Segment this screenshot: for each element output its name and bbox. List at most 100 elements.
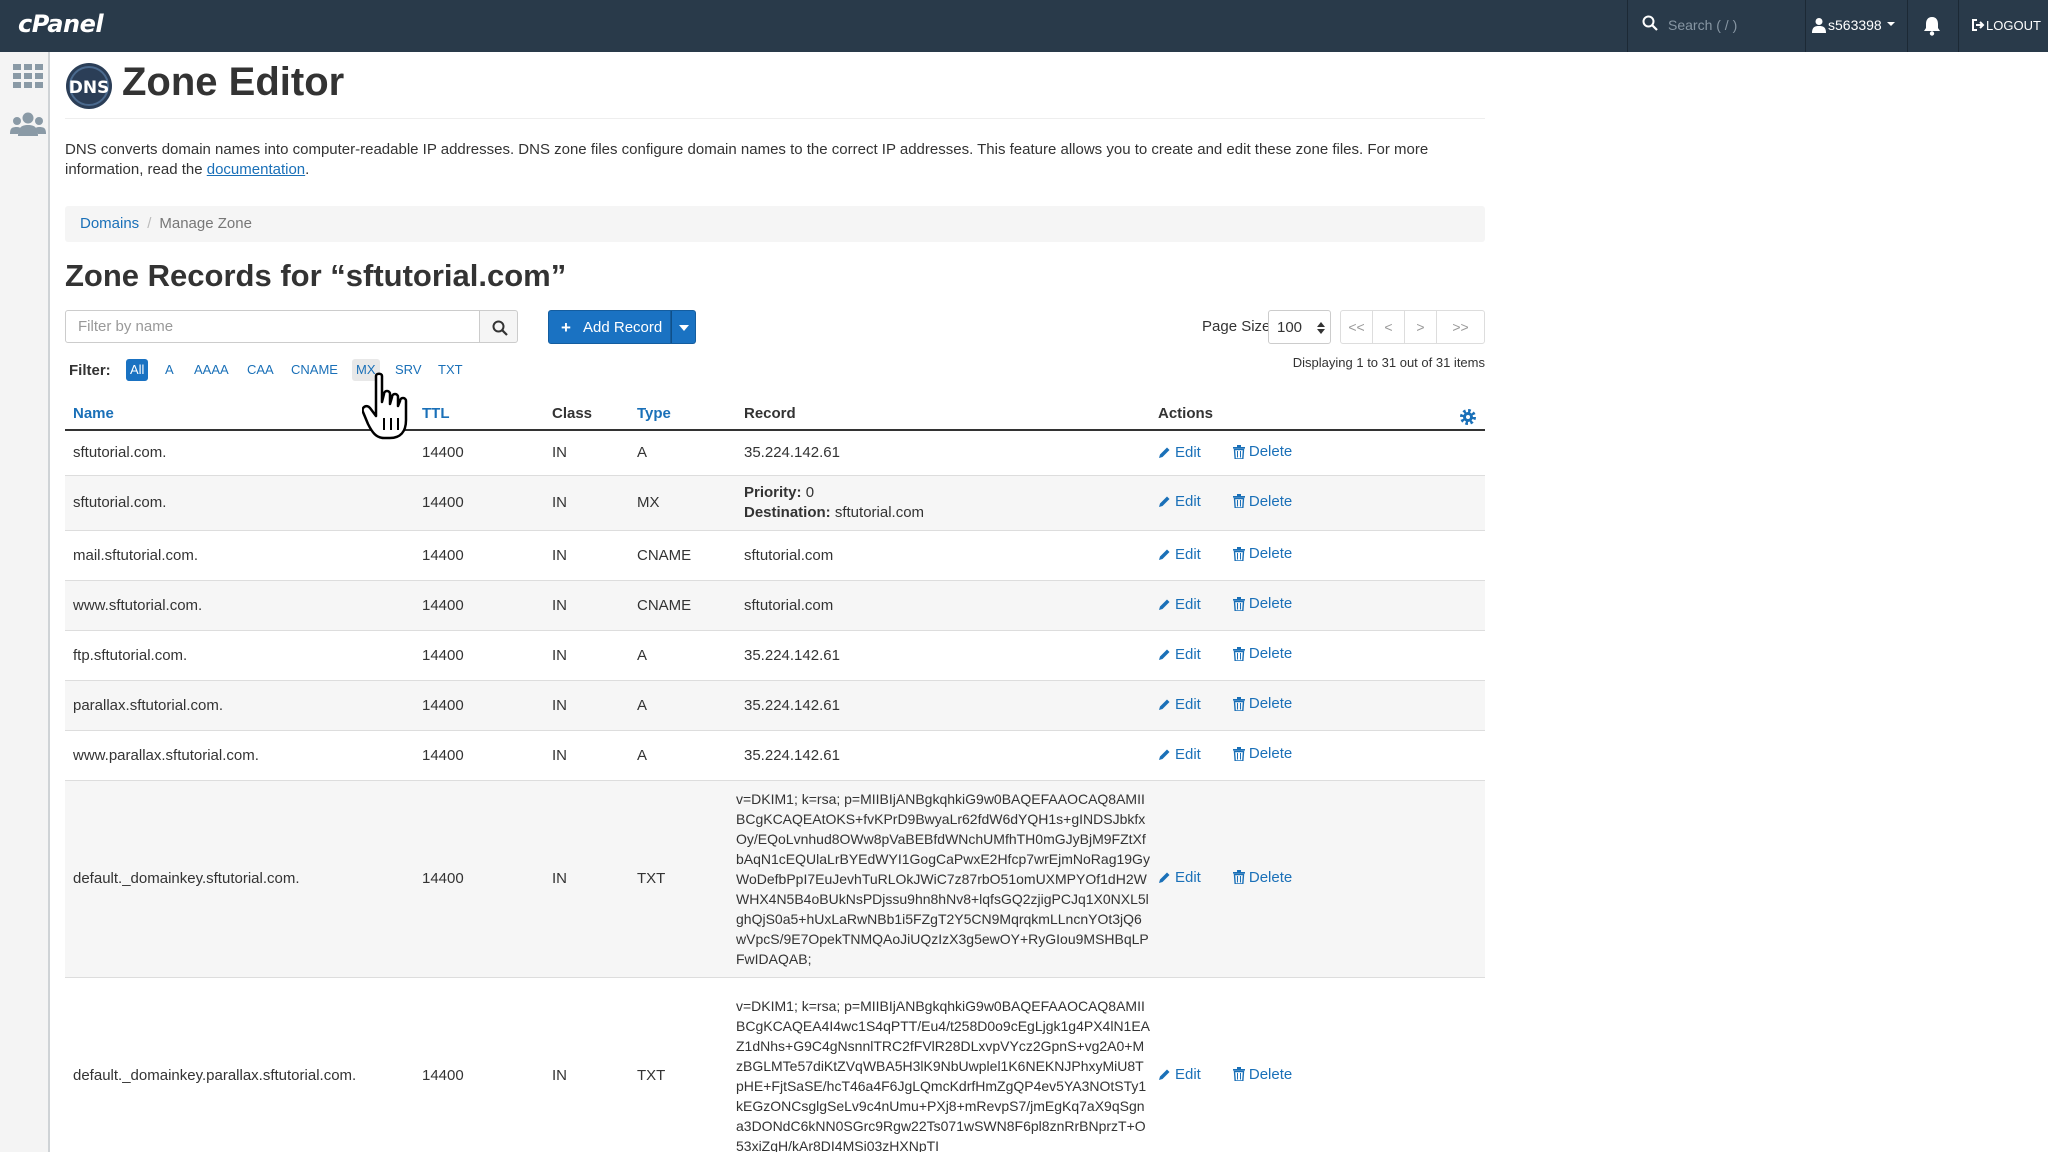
documentation-link[interactable]: documentation <box>207 161 305 178</box>
edit-button[interactable]: Edit <box>1158 646 1201 663</box>
search-icon <box>1642 15 1658 31</box>
delete-label: Delete <box>1248 443 1293 460</box>
delete-button[interactable]: Delete <box>1232 545 1292 562</box>
left-sidebar <box>0 52 50 1152</box>
edit-button[interactable]: Edit <box>1158 493 1201 510</box>
pagination-last[interactable]: >> <box>1436 310 1485 344</box>
pagination-next[interactable]: > <box>1404 310 1437 344</box>
column-type[interactable]: Type <box>629 398 736 431</box>
delete-button[interactable]: Delete <box>1232 645 1293 663</box>
filter-txt[interactable]: TXT <box>434 359 467 381</box>
record-type: CNAME <box>629 530 736 581</box>
delete-button[interactable]: Delete <box>1232 443 1293 460</box>
record-value: v=DKIM1; k=rsa; p=MIIBIjANBgkqhkiG9w0BAQ… <box>736 977 1150 1152</box>
record-value: v=DKIM1; k=rsa; p=MIIBIjANBgkqhkiG9w0BAQ… <box>736 780 1150 978</box>
edit-button[interactable]: Edit <box>1158 1066 1201 1083</box>
gear-icon[interactable] <box>1459 408 1477 426</box>
pagination-prev[interactable]: < <box>1372 310 1405 344</box>
column-actions-label: Actions <box>1158 405 1214 422</box>
breadcrumb-domains-link[interactable]: Domains <box>80 215 139 232</box>
bell-icon[interactable] <box>1919 14 1945 38</box>
record-name: sftutorial.com. <box>65 475 414 531</box>
table-row: default._domainkey.parallax.sftutorial.c… <box>65 977 1485 1152</box>
record-ttl: 14400 <box>414 475 544 531</box>
delete-button[interactable]: Delete <box>1232 695 1292 712</box>
column-actions: Actions <box>1150 398 1485 431</box>
record-name: default._domainkey.sftutorial.com. <box>65 780 414 978</box>
table-row: ftp.sftutorial.com. 14400 IN A 35.224.142.61… <box>65 630 1485 681</box>
record-value: Priority: 0 Destination: sftutorial.com <box>736 475 1150 531</box>
page-size-value: 100 <box>1277 319 1303 336</box>
record-class: IN <box>544 530 629 581</box>
trash-icon <box>1232 596 1245 611</box>
trash-icon <box>1232 546 1245 561</box>
page-title: Zone Editor <box>122 60 345 104</box>
page-description: DNS converts domain names into computer-… <box>65 140 1485 180</box>
filter-aaaa[interactable]: AAAA <box>190 359 233 381</box>
edit-button[interactable]: Edit <box>1158 746 1201 763</box>
filter-a[interactable]: A <box>161 359 178 381</box>
column-ttl[interactable]: TTL <box>414 398 544 431</box>
edit-label: Edit <box>1175 645 1201 663</box>
record-actions: Edit Delete <box>1150 530 1485 581</box>
record-type: TXT <box>629 780 736 978</box>
mx-destination-label: Destination: <box>744 503 831 521</box>
delete-button[interactable]: Delete <box>1232 868 1293 886</box>
add-record-button[interactable]: + Add Record <box>548 310 671 344</box>
delete-button[interactable]: Delete <box>1232 745 1292 762</box>
filter-search-button[interactable] <box>479 310 518 343</box>
filter-by-name-input[interactable] <box>65 310 480 343</box>
title-divider <box>65 118 1485 119</box>
breadcrumb: Domains / Manage Zone <box>65 206 1485 242</box>
hand-cursor-icon <box>362 372 408 440</box>
add-record-dropdown-toggle[interactable] <box>671 310 696 344</box>
chevron-down-icon <box>679 325 689 331</box>
pencil-icon <box>1159 649 1170 660</box>
page-size-label: Page Size <box>1202 318 1271 335</box>
delete-label: Delete <box>1248 868 1293 886</box>
record-value: sftutorial.com <box>736 580 1150 631</box>
logout-button[interactable]: LOGOUT <box>1959 0 2048 52</box>
record-actions: Edit Delete <box>1150 977 1485 1152</box>
edit-button[interactable]: Edit <box>1158 596 1201 613</box>
pencil-icon <box>1159 599 1170 610</box>
global-search[interactable] <box>1628 0 1805 52</box>
record-class: IN <box>544 430 629 476</box>
cpanel-logo[interactable]: cPanel <box>18 10 104 38</box>
filter-cname[interactable]: CNAME <box>287 359 342 381</box>
users-group-icon[interactable] <box>10 112 46 136</box>
record-ttl: 14400 <box>414 580 544 631</box>
logout-label: LOGOUT <box>1986 18 2041 33</box>
edit-button[interactable]: Edit <box>1158 696 1201 713</box>
edit-button[interactable]: Edit <box>1158 869 1201 886</box>
record-name: ftp.sftutorial.com. <box>65 630 414 681</box>
record-ttl: 14400 <box>414 780 544 978</box>
trash-icon <box>1232 1067 1245 1082</box>
trash-icon <box>1232 746 1245 761</box>
apps-grid-icon[interactable] <box>13 64 43 88</box>
delete-button[interactable]: Delete <box>1232 1066 1292 1083</box>
pencil-icon <box>1159 496 1170 508</box>
record-ttl: 14400 <box>414 730 544 781</box>
record-type: TXT <box>629 977 736 1152</box>
delete-button[interactable]: Delete <box>1232 493 1292 510</box>
record-ttl: 14400 <box>414 977 544 1152</box>
trash-icon <box>1232 646 1245 661</box>
record-actions: Edit Delete <box>1150 630 1485 681</box>
filter-caa[interactable]: CAA <box>243 359 278 381</box>
dns-zone-editor-icon: DNS <box>66 63 112 109</box>
filter-all[interactable]: All <box>126 359 149 381</box>
page-size-select[interactable]: 100 <box>1268 310 1331 344</box>
global-search-input[interactable] <box>1668 14 1798 36</box>
filter-label: Filter: <box>69 362 111 379</box>
edit-button[interactable]: Edit <box>1158 546 1201 563</box>
edit-button[interactable]: Edit <box>1158 444 1201 461</box>
dns-logo-text: DNS <box>69 78 110 98</box>
logout-icon <box>1972 19 1985 31</box>
navbar-divider <box>1907 0 1908 52</box>
user-menu[interactable]: s563398 <box>1806 0 1908 52</box>
delete-label: Delete <box>1248 645 1293 663</box>
table-row: default._domainkey.sftutorial.com. 14400 I… <box>65 780 1485 978</box>
pagination-first[interactable]: << <box>1340 310 1373 344</box>
delete-button[interactable]: Delete <box>1232 595 1292 612</box>
